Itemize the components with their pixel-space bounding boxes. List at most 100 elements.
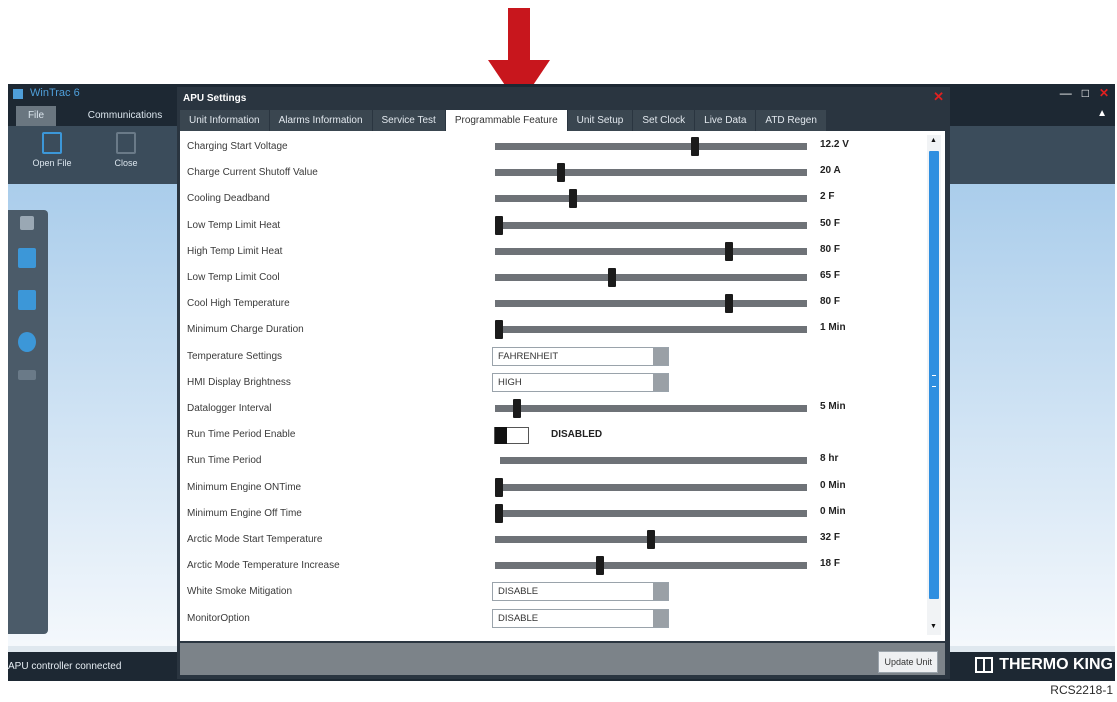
setting-slider[interactable] — [495, 530, 807, 549]
setting-slider[interactable] — [495, 320, 807, 340]
setting-label: Low Temp Limit Cool — [187, 272, 280, 283]
collapse-ribbon-icon[interactable]: ▲ — [1097, 108, 1107, 119]
brand-name: THERMO KING — [999, 656, 1113, 673]
setting-label: White Smoke Mitigation — [187, 586, 293, 598]
setting-slider[interactable] — [495, 215, 807, 235]
setting-row: Cooling Deadband 2 F — [180, 187, 925, 213]
tab-service-test[interactable]: Service Test — [372, 110, 445, 131]
tab-set-clock[interactable]: Set Clock — [633, 110, 695, 131]
setting-row: Minimum Charge Duration 1 Min — [180, 318, 925, 344]
tab-unit-setup[interactable]: Unit Setup — [567, 110, 633, 131]
menu-communications[interactable]: Communications — [76, 106, 174, 126]
dialog-close-icon[interactable]: ✕ — [933, 89, 944, 105]
setting-slider[interactable] — [495, 163, 807, 183]
dropdown-arrow-icon[interactable] — [653, 583, 668, 601]
slider-thumb[interactable] — [608, 268, 616, 287]
setting-value: 2 F — [820, 191, 835, 203]
close-window-icon[interactable]: ✕ — [1099, 86, 1109, 100]
gear-icon[interactable] — [18, 332, 36, 352]
setting-row: Run Time Period Enable DISABLED — [180, 423, 925, 449]
slider-thumb[interactable] — [725, 241, 733, 261]
setting-slider[interactable] — [495, 189, 807, 209]
dropdown-arrow-icon[interactable] — [653, 373, 668, 391]
setting-slider[interactable] — [495, 137, 807, 156]
setting-label: MonitorOption — [187, 612, 250, 624]
slider-thumb[interactable] — [512, 399, 521, 418]
tab-atd-regen[interactable]: ATD Regen — [756, 110, 826, 131]
setting-label: Cooling Deadband — [187, 193, 270, 205]
open-file-button[interactable]: Open File — [32, 132, 72, 168]
slider-thumb[interactable] — [647, 530, 655, 549]
ribbon-right — [948, 126, 1115, 184]
slider-thumb[interactable] — [690, 137, 699, 156]
scrollbar[interactable]: ▲ ▼ — [927, 135, 941, 635]
setting-value: 5 Min — [820, 401, 846, 412]
setting-dropdown[interactable]: FAHRENHEIT — [492, 346, 669, 366]
setting-value: 0 Min — [820, 505, 846, 517]
document-icon[interactable] — [18, 248, 36, 268]
minimize-icon[interactable]: — — [1060, 86, 1072, 100]
slider-thumb[interactable] — [495, 320, 503, 340]
setting-label: Run Time Period — [187, 455, 262, 467]
setting-value: 80 F — [820, 296, 841, 308]
toggle-state: DISABLED — [551, 429, 603, 441]
setting-dropdown[interactable]: DISABLE — [492, 582, 669, 602]
setting-slider[interactable] — [495, 241, 807, 261]
dropdown-arrow-icon[interactable] — [653, 347, 668, 365]
dropdown-value: HIGH — [498, 376, 522, 388]
setting-toggle[interactable] — [494, 427, 529, 445]
setting-slider[interactable] — [500, 457, 807, 465]
tool-icon[interactable] — [18, 370, 36, 380]
setting-label: Charge Current Shutoff Value — [187, 167, 318, 179]
setting-slider[interactable] — [495, 294, 807, 314]
setting-value: 18 F — [820, 558, 841, 570]
setting-slider[interactable] — [495, 399, 807, 418]
setting-slider[interactable] — [495, 556, 807, 576]
dropdown-arrow-icon[interactable] — [653, 609, 668, 627]
slider-thumb[interactable] — [495, 477, 503, 497]
slider-thumb[interactable] — [495, 503, 503, 523]
setting-label: Low Temp Limit Heat — [187, 219, 281, 231]
tab-programmable-feature[interactable]: Programmable Feature — [445, 110, 567, 131]
setting-dropdown[interactable]: DISABLE — [492, 608, 669, 628]
thermo-king-logo: THERMO KING — [975, 656, 1113, 674]
dropdown-value: FAHRENHEIT — [498, 350, 559, 362]
setting-slider[interactable] — [495, 477, 807, 497]
tab-bar: Unit Information Alarms Information Servic… — [180, 110, 827, 131]
slider-thumb[interactable] — [595, 556, 604, 576]
menu-file[interactable]: File — [16, 106, 56, 126]
close-file-button[interactable]: Close — [106, 132, 146, 168]
scroll-thumb[interactable] — [929, 151, 939, 599]
slider-thumb[interactable] — [569, 189, 577, 209]
dialog-title: APU Settings — [183, 93, 247, 104]
slider-thumb[interactable] — [725, 294, 733, 314]
maximize-icon[interactable]: □ — [1082, 86, 1089, 100]
pin-icon[interactable] — [20, 216, 34, 230]
setting-value: 0 Min — [820, 479, 846, 491]
app-title: WinTrac 6 — [30, 87, 80, 99]
setting-row: Charge Current Shutoff Value 20 A — [180, 161, 925, 187]
tab-alarms-information[interactable]: Alarms Information — [269, 110, 372, 131]
apu-settings-dialog: APU Settings ✕ Unit Information Alarms In… — [177, 87, 950, 679]
setting-row: Cool High Temperature 80 F — [180, 292, 925, 318]
scroll-down-icon[interactable]: ▼ — [930, 623, 937, 630]
tab-unit-information[interactable]: Unit Information — [180, 110, 269, 131]
save-icon[interactable] — [18, 290, 36, 310]
toggle-knob — [495, 427, 507, 445]
scroll-up-icon[interactable]: ▲ — [930, 137, 937, 144]
slider-thumb[interactable] — [556, 163, 565, 183]
setting-label: Minimum Engine Off Time — [187, 507, 302, 519]
update-unit-button[interactable]: Update Unit — [878, 651, 938, 673]
setting-slider[interactable] — [495, 268, 807, 287]
setting-row: Low Temp Limit Heat 50 F — [180, 214, 925, 240]
app-logo-icon — [13, 89, 23, 99]
setting-label: Datalogger Interval — [187, 403, 272, 414]
setting-dropdown[interactable]: HIGH — [492, 372, 669, 392]
setting-slider[interactable] — [495, 503, 807, 523]
slider-thumb[interactable] — [495, 215, 503, 235]
setting-row: Arctic Mode Temperature Increase 18 F — [180, 554, 925, 580]
side-panel — [8, 210, 48, 634]
ribbon: Open File Close — [8, 126, 180, 184]
tab-live-data[interactable]: Live Data — [695, 110, 756, 131]
setting-row: Arctic Mode Start Temperature 32 F — [180, 528, 925, 554]
